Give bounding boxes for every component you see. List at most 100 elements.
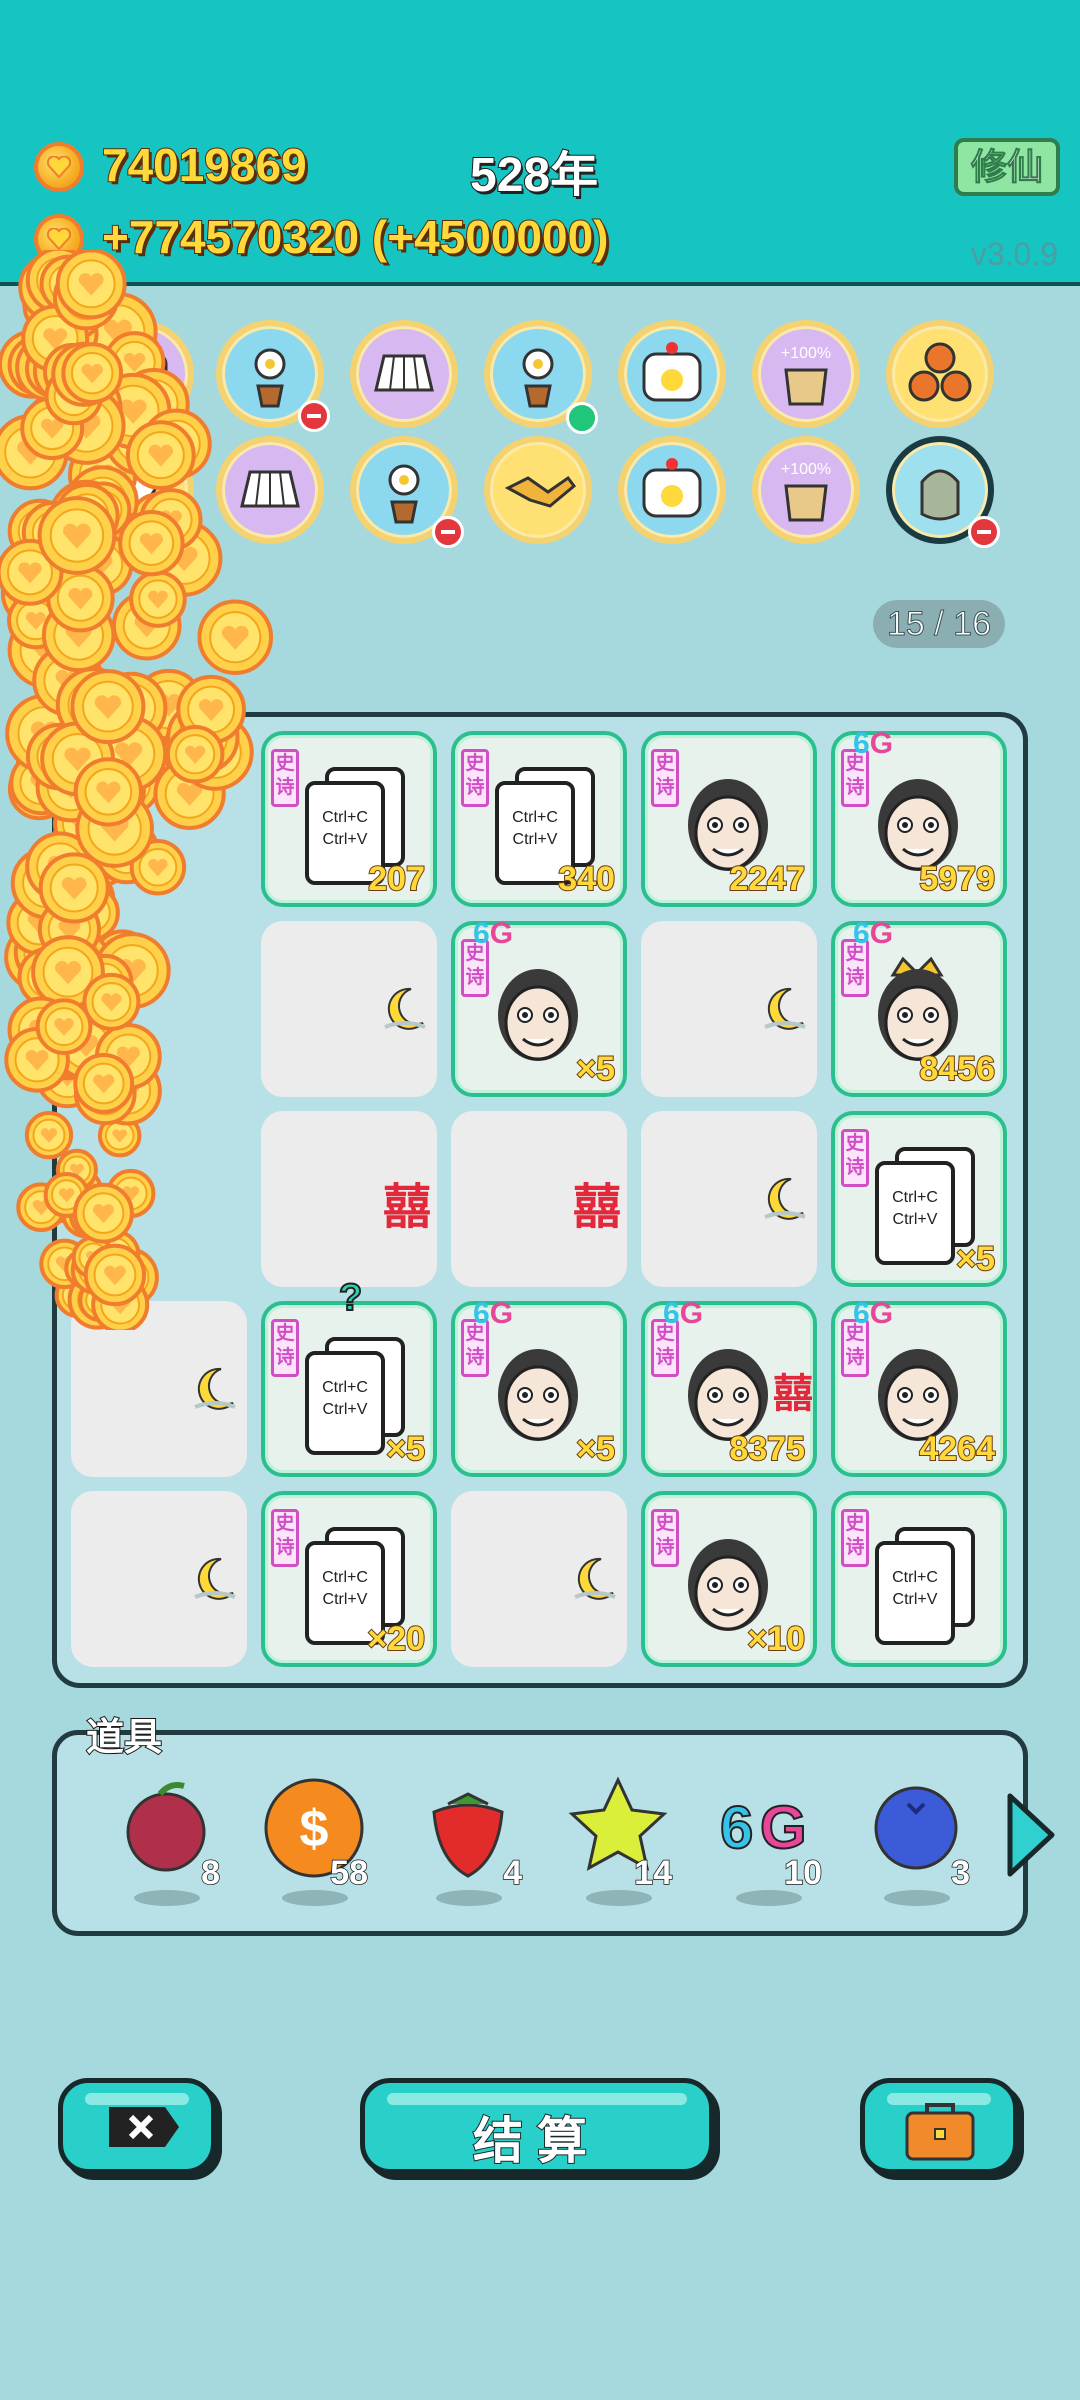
epic-tag: 史诗 <box>841 1129 869 1187</box>
board-cell[interactable] <box>641 921 817 1097</box>
top-hud: 74019869 +774570320 (+4500000) 528年 修仙 v… <box>0 0 1080 286</box>
board-cell[interactable]: Ctrl+C Ctrl+V 史诗 ×20 <box>261 1491 437 1667</box>
flying-coin-icon <box>73 1053 135 1114</box>
close-exit-icon <box>109 2107 179 2147</box>
cell-value: ×5 <box>575 1429 616 1469</box>
board-cell[interactable]: 史诗 ×10 <box>641 1491 817 1667</box>
moon-icon <box>381 983 429 1038</box>
board-cell[interactable]: 囍 <box>451 1111 627 1287</box>
board-cell[interactable]: Ctrl+C Ctrl+V 史诗 <box>831 1491 1007 1667</box>
board-cell[interactable]: 囍史诗 6G 8375 <box>641 1297 817 1477</box>
settle-label: 结算 <box>472 2112 601 2170</box>
board-cell[interactable]: 史诗 6G 5979 <box>831 727 1007 907</box>
garbage-bag-icon[interactable] <box>886 436 1000 548</box>
props-next-arrow-icon[interactable] <box>1000 1790 1060 1885</box>
coin-icon <box>34 142 84 192</box>
pleated-skirt-icon[interactable] <box>350 320 458 428</box>
cell-value: ×10 <box>746 1619 806 1659</box>
flying-coin-icon <box>61 342 124 405</box>
sixg-badge: 6G <box>663 1297 704 1330</box>
board-cell[interactable] <box>71 1491 247 1667</box>
flying-coin-icon <box>37 496 117 575</box>
sixg-badge: 6G <box>473 1297 514 1330</box>
copy-label: Ctrl+C <box>322 1379 368 1396</box>
svg-text:6: 6 <box>720 1794 753 1861</box>
strawberry-icon[interactable]: 4 <box>412 1772 523 1912</box>
briefcase-icon <box>905 2103 975 2161</box>
flower-pot-icon[interactable] <box>484 320 598 434</box>
board-cell[interactable] <box>451 1491 627 1667</box>
epic-tag: 史诗 <box>841 1509 869 1567</box>
copy-label: Ctrl+C <box>322 809 368 826</box>
pot-duck-icon[interactable] <box>618 320 726 428</box>
board-cell[interactable] <box>641 1111 817 1287</box>
board-cell[interactable]: 史诗 6G 4264 <box>831 1297 1007 1477</box>
copy-label: Ctrl+C <box>512 809 558 826</box>
cell-value: ×5 <box>955 1239 996 1279</box>
moon-icon <box>761 1173 809 1228</box>
cell-value: ×5 <box>385 1429 426 1469</box>
paste-label: Ctrl+V <box>322 1401 368 1418</box>
paste-label: Ctrl+V <box>512 831 558 848</box>
flying-coin-icon <box>38 852 110 924</box>
active-badge-icon <box>566 402 598 434</box>
remove-badge-icon <box>432 516 464 548</box>
exit-button[interactable] <box>58 2078 216 2174</box>
year-counter: 528年 <box>469 148 599 203</box>
board-cell[interactable]: Ctrl+C Ctrl+V 史诗 340 <box>451 731 627 907</box>
sixg-icon[interactable]: 6G 10 <box>712 1772 823 1912</box>
cell-value: 340 <box>557 859 616 899</box>
basketballs-icon[interactable] <box>886 320 994 428</box>
paste-label: Ctrl+V <box>892 1211 938 1228</box>
epic-tag: 史诗 <box>651 1509 679 1567</box>
epic-tag: 史诗 <box>651 749 679 807</box>
board-cell[interactable]: 史诗 2247 <box>641 731 817 907</box>
board-cell[interactable]: 史诗 6G ×5 <box>451 917 627 1097</box>
flying-coin-icon <box>125 420 196 491</box>
board-cell[interactable]: Ctrl+C Ctrl+V 史诗 ×5 <box>831 1111 1007 1287</box>
page-counter: 15 / 16 <box>873 600 1005 648</box>
copy-label: Ctrl+C <box>892 1569 938 1586</box>
double-happiness-symbol: 囍 <box>572 1181 621 1234</box>
paste-label: Ctrl+V <box>892 1591 938 1608</box>
board-cell[interactable]: 史诗 6G 8456 <box>831 917 1007 1097</box>
cell-value: ×20 <box>366 1619 426 1659</box>
flying-coin-icon <box>55 250 127 320</box>
coin-swarm <box>0 250 274 1330</box>
copy-label: Ctrl+C <box>322 1569 368 1586</box>
dollar-coin-icon[interactable]: $ 58 <box>258 1772 369 1912</box>
sixg-badge: 6G <box>853 727 894 760</box>
coin-total: 74019869 <box>101 138 308 192</box>
double-happiness-symbol: 囍 <box>382 1181 431 1234</box>
copy-paste-card-icon: Ctrl+C Ctrl+V <box>855 1515 995 1655</box>
flying-coin-icon <box>73 757 143 827</box>
bayberry-icon[interactable]: 8 <box>110 1772 221 1912</box>
flying-coin-icon <box>83 1243 147 1307</box>
moon-icon <box>761 983 809 1038</box>
flying-coin-icon <box>73 1182 134 1244</box>
moon-icon <box>191 1363 239 1418</box>
pot-duck-icon[interactable] <box>618 436 726 544</box>
flying-coin-icon <box>24 1111 74 1160</box>
handshake-icon[interactable] <box>484 436 592 544</box>
sixg-badge: 6G <box>473 917 514 950</box>
props-title: 道具 <box>85 1716 163 1760</box>
blueberry-icon[interactable]: 3 <box>860 1772 971 1912</box>
bucket-100-icon[interactable]: +100% <box>752 436 860 544</box>
settle-button[interactable]: 结算 <box>360 2078 714 2174</box>
bucket-100-icon[interactable]: +100% <box>752 320 860 428</box>
star-icon[interactable]: 14 <box>562 1772 673 1912</box>
flower-pot-icon[interactable] <box>350 436 464 548</box>
moon-icon <box>191 1553 239 1608</box>
question-mark: ? <box>338 1276 363 1320</box>
flying-coin-icon <box>118 509 185 577</box>
remove-badge-icon <box>968 516 1000 548</box>
cultivation-button[interactable]: 修仙 <box>954 138 1060 196</box>
svg-text:G: G <box>760 1794 807 1861</box>
cell-value: 5979 <box>918 859 996 899</box>
paste-label: Ctrl+V <box>322 831 368 848</box>
board-cell[interactable]: 史诗 6G ×5 <box>451 1297 627 1477</box>
sixg-badge: 6G <box>853 1297 894 1330</box>
flying-coin-icon <box>70 669 146 745</box>
inventory-button[interactable] <box>860 2078 1018 2174</box>
